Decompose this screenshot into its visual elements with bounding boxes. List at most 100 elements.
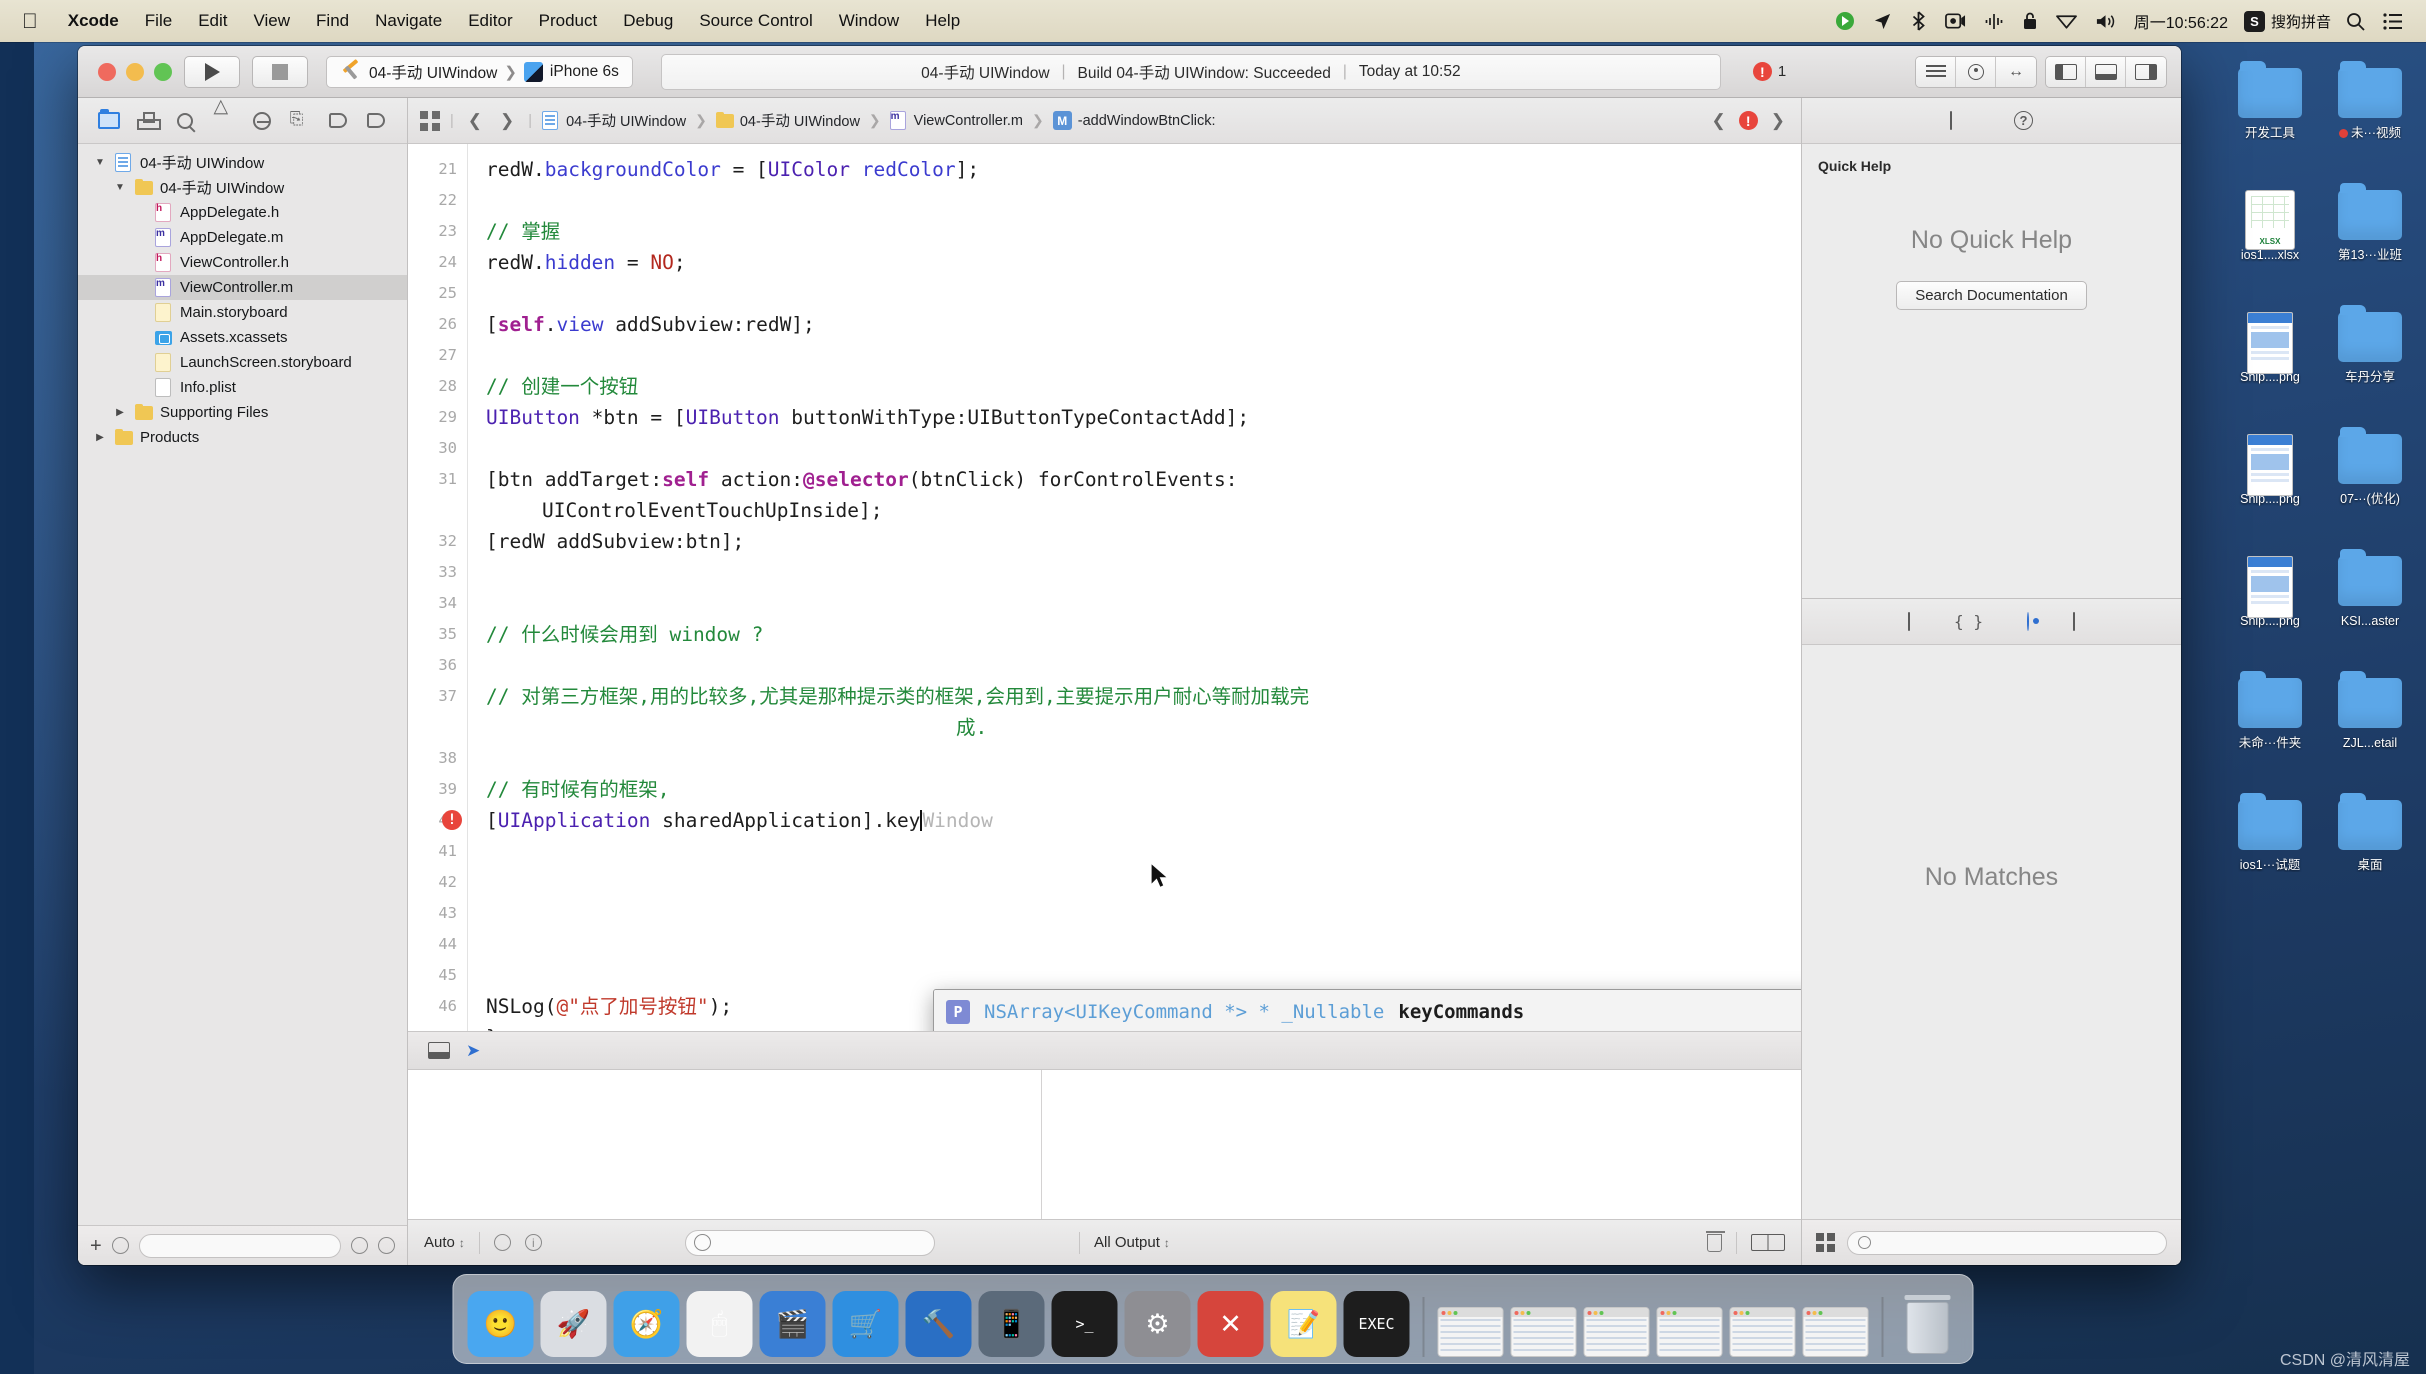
standard-editor-button[interactable]: [1916, 56, 1956, 87]
minimized-window-thumbnail[interactable]: [1802, 1307, 1869, 1357]
library-grid-view-icon[interactable]: [1816, 1233, 1835, 1252]
file-tree-row[interactable]: ▶ Supporting Files: [78, 400, 407, 425]
breadcrumb-item[interactable]: m ViewController.m: [889, 110, 1023, 131]
console-output-view[interactable]: [1042, 1070, 1801, 1219]
scheme-selector[interactable]: 04-手动 UIWindow ❯ iPhone 6s: [326, 55, 633, 88]
autocomplete-popup[interactable]: P NSArray<UIKeyCommand *> * _Nullable keyC…: [933, 989, 1801, 1031]
menu-item-editor[interactable]: Editor: [455, 0, 525, 42]
menu-item-product[interactable]: Product: [526, 0, 611, 42]
menu-bar-clock[interactable]: 周一10:56:22: [2126, 9, 2236, 33]
ime-name-label[interactable]: 搜狗拼音: [2271, 11, 2337, 32]
desktop-icon[interactable]: Snip....png: [2220, 548, 2320, 670]
trash-icon[interactable]: [1897, 1291, 1959, 1357]
run-button[interactable]: [184, 55, 240, 88]
variables-view[interactable]: [408, 1070, 1042, 1219]
desktop-icon[interactable]: ZJL...etail: [2320, 670, 2420, 792]
exec-icon[interactable]: EXEC: [1343, 1291, 1410, 1357]
next-issue-button[interactable]: ❯: [1767, 111, 1789, 131]
source-control-filter-icon[interactable]: [378, 1237, 395, 1254]
search-documentation-button[interactable]: Search Documentation: [1896, 281, 2087, 310]
quicktime-icon[interactable]: 🎬: [759, 1291, 826, 1357]
minimized-window-thumbnail[interactable]: [1510, 1307, 1577, 1357]
sound-meter-icon[interactable]: [1975, 12, 2013, 31]
menu-item-source-control[interactable]: Source Control: [686, 0, 825, 42]
volume-icon[interactable]: [2086, 12, 2126, 31]
find-navigator-tab[interactable]: [171, 109, 199, 133]
disclosure-closed-icon[interactable]: ▶: [92, 432, 108, 443]
desktop-icon[interactable]: 开发工具: [2220, 60, 2320, 182]
back-button[interactable]: ❮: [464, 111, 486, 131]
sourcetree-icon[interactable]: ✕: [1197, 1291, 1264, 1357]
activity-status-view[interactable]: 04-手动 UIWindow | Build 04-手动 UIWindow: S…: [660, 53, 1721, 90]
report-navigator-tab[interactable]: [362, 109, 390, 133]
bluetooth-icon[interactable]: [1901, 11, 1936, 31]
menu-item-file[interactable]: File: [132, 0, 185, 42]
file-tree-row[interactable]: ▶mAppDelegate.m: [78, 225, 407, 250]
issue-count-badge[interactable]: ! 1: [1752, 62, 1786, 81]
menu-item-window[interactable]: Window: [826, 0, 912, 42]
minimized-window-thumbnail[interactable]: [1437, 1307, 1504, 1357]
add-file-button[interactable]: +: [90, 1236, 102, 1256]
finder-icon[interactable]: 🙂: [467, 1291, 534, 1357]
menu-item-debug[interactable]: Debug: [610, 0, 686, 42]
library-filter-input[interactable]: [1847, 1230, 2167, 1255]
file-tree-row[interactable]: ▼ 04-手动 UIWindow: [78, 175, 407, 200]
related-items-icon[interactable]: [420, 110, 440, 131]
desktop-icon[interactable]: 未命···件夹: [2220, 670, 2320, 792]
media-library-tab[interactable]: [2072, 611, 2075, 631]
desktop-icon[interactable]: ios1···试题: [2220, 792, 2320, 914]
minimized-window-thumbnail[interactable]: [1656, 1307, 1723, 1357]
editor-mode-segment[interactable]: ↔: [1915, 55, 2037, 88]
desktop-icon[interactable]: Snip....png: [2220, 426, 2320, 548]
navigator-filter-input[interactable]: [138, 1233, 341, 1258]
recent-files-filter-icon[interactable]: [351, 1237, 368, 1254]
dropbox-icon[interactable]: [1826, 11, 1864, 31]
variables-scope-popup[interactable]: Auto ↕: [424, 1234, 465, 1251]
minimize-window-button[interactable]: [126, 62, 144, 81]
object-library-tab[interactable]: [2026, 611, 2029, 631]
desktop-icon[interactable]: KSI...aster: [2320, 548, 2420, 670]
autocomplete-item[interactable]: P NSArray<UIKeyCommand *> * _Nullable keyC…: [934, 990, 1801, 1031]
test-navigator-tab[interactable]: [248, 109, 276, 133]
terminal-icon[interactable]: >_: [1051, 1291, 1118, 1357]
breadcrumb-item[interactable]: 04-手动 UIWindow: [542, 110, 686, 131]
toggle-navigator-button[interactable]: [2046, 56, 2086, 87]
file-tree-row[interactable]: ▶LaunchScreen.storyboard: [78, 350, 407, 375]
file-tree-row[interactable]: ▶mViewController.m: [78, 275, 407, 300]
menu-item-view[interactable]: View: [240, 0, 303, 42]
navigator-options-icon[interactable]: [111, 1237, 129, 1254]
variables-filter-input[interactable]: [685, 1229, 936, 1256]
wifi-icon[interactable]: [2047, 12, 2086, 30]
split-console-button[interactable]: [1751, 1234, 1786, 1251]
jumpbar-error-icon[interactable]: !: [1738, 111, 1758, 130]
desktop-icon[interactable]: 第13···业班: [2320, 182, 2420, 304]
xcode-icon[interactable]: 🔨: [905, 1291, 972, 1357]
panel-toggle-segment[interactable]: [2045, 55, 2167, 88]
minimized-window-thumbnail[interactable]: [1583, 1307, 1650, 1357]
close-window-button[interactable]: [98, 62, 116, 81]
quick-help-inspector-tab[interactable]: ?: [2014, 111, 2033, 130]
apple-icon[interactable]: : [0, 11, 55, 32]
zoom-window-button[interactable]: [154, 62, 172, 81]
appstore-icon[interactable]: 🛒: [832, 1291, 899, 1357]
file-tree-row[interactable]: ▶hAppDelegate.h: [78, 200, 407, 225]
menu-item-edit[interactable]: Edit: [185, 0, 240, 42]
source-code-editor[interactable]: 21 22 23 24 25 26 27 28 29 30 31 32 33 34 35 36 37 38 39 40…: [408, 144, 1801, 1031]
toggle-debug-area-button[interactable]: [2086, 56, 2126, 87]
stop-button[interactable]: [252, 55, 308, 88]
file-tree-row[interactable]: ▶hViewController.h: [78, 250, 407, 275]
spotlight-search-icon[interactable]: [2337, 12, 2374, 31]
breadcrumb-item[interactable]: M -addWindowBtnClick:: [1052, 111, 1216, 130]
forward-button[interactable]: ❯: [496, 111, 518, 131]
toggle-inspector-button[interactable]: [2126, 56, 2166, 87]
launchpad-icon[interactable]: 🚀: [540, 1291, 607, 1357]
disclosure-open-icon[interactable]: ▼: [112, 182, 128, 193]
file-tree-row[interactable]: ▶Assets.xcassets: [78, 325, 407, 350]
variables-view-options-icon[interactable]: [493, 1234, 511, 1251]
minimized-window-thumbnail[interactable]: [1729, 1307, 1796, 1357]
menu-item-xcode[interactable]: Xcode: [55, 0, 132, 42]
mouse-app-icon[interactable]: 🖱: [686, 1291, 753, 1357]
toggle-console-icon[interactable]: [428, 1042, 450, 1059]
clear-console-button[interactable]: [1706, 1230, 1726, 1252]
error-marker-icon[interactable]: !: [442, 810, 462, 830]
